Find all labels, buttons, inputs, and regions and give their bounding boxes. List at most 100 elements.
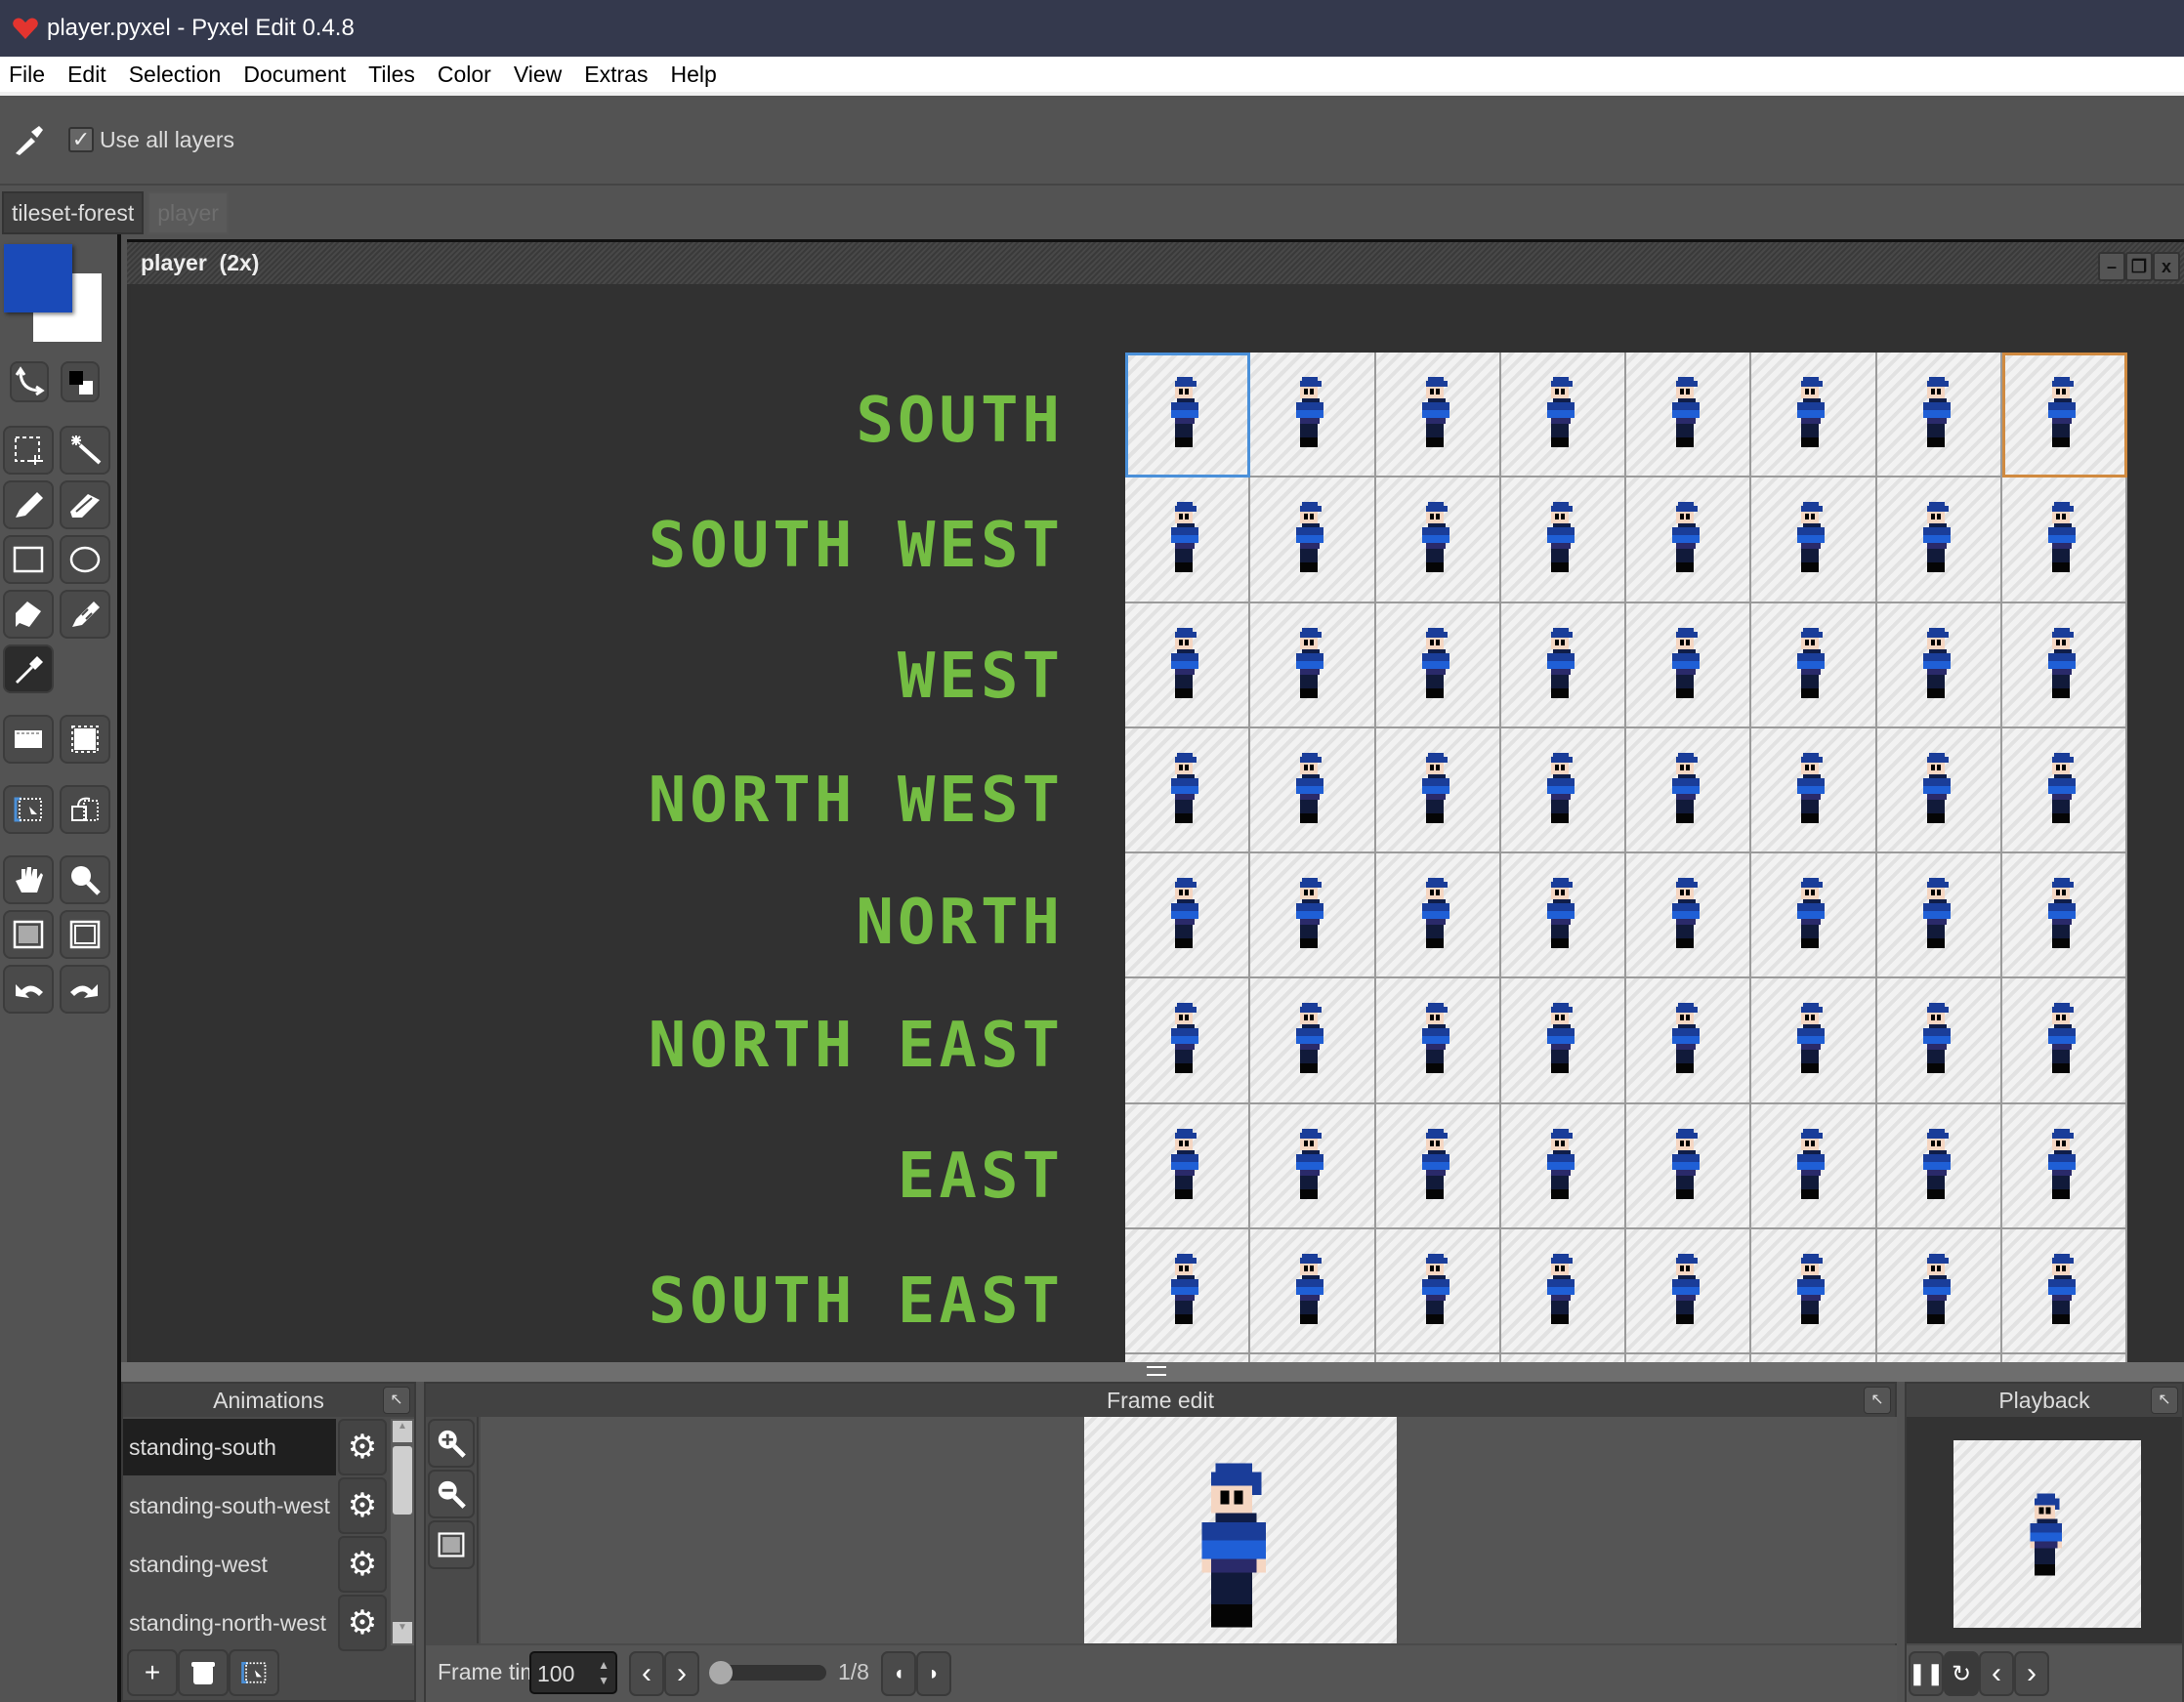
- sprite-frame-cell[interactable]: [1125, 353, 1251, 478]
- sprite-frame-cell[interactable]: [1876, 978, 2002, 1104]
- sprite-frame-cell[interactable]: [1375, 477, 1501, 603]
- sprite-frame-cell[interactable]: [1751, 978, 1877, 1104]
- tile-grid-tool[interactable]: [3, 910, 54, 959]
- hand-tool[interactable]: [3, 855, 54, 904]
- animation-settings-button[interactable]: ⚙: [338, 1536, 387, 1593]
- rect-select-tool[interactable]: [3, 426, 54, 475]
- animation-item[interactable]: standing-west: [123, 1536, 336, 1593]
- scroll-down-icon[interactable]: ▼: [393, 1622, 412, 1643]
- sprite-frame-cell[interactable]: [1500, 1228, 1626, 1354]
- sprite-frame-cell[interactable]: [1751, 727, 1877, 853]
- loop-button[interactable]: ↻: [1944, 1651, 1979, 1696]
- frame-preview[interactable]: [1084, 1417, 1397, 1643]
- scroll-up-icon[interactable]: ▲: [393, 1421, 412, 1442]
- select-frames-button[interactable]: [229, 1649, 279, 1696]
- delete-animation-button[interactable]: [178, 1649, 229, 1696]
- sprite-frame-cell[interactable]: [1125, 477, 1251, 603]
- sprite-frame-cell[interactable]: [1751, 1228, 1877, 1354]
- menu-tiles[interactable]: Tiles: [359, 62, 429, 88]
- eyedropper-tool[interactable]: [3, 644, 54, 693]
- tile-strip-tool[interactable]: [3, 715, 54, 764]
- animations-scrollbar[interactable]: ▲ ▼: [391, 1419, 414, 1645]
- sprite-frame-cell[interactable]: [1125, 1103, 1251, 1229]
- animation-item[interactable]: standing-north-west: [123, 1595, 336, 1651]
- animation-item[interactable]: standing-south-west: [123, 1477, 336, 1534]
- add-animation-button[interactable]: +: [127, 1649, 178, 1696]
- onion-skin-next-button[interactable]: ◗: [916, 1651, 951, 1696]
- tile-frame-tool[interactable]: [60, 910, 110, 959]
- sprite-frame-cell[interactable]: [1500, 353, 1626, 478]
- sprite-frame-cell[interactable]: [1250, 477, 1376, 603]
- scrollbar-thumb[interactable]: [393, 1446, 412, 1515]
- sprite-frame-cell[interactable]: [1626, 1228, 1752, 1354]
- sprite-frame-cell[interactable]: [1250, 727, 1376, 853]
- sprite-frame-cell[interactable]: [1375, 1228, 1501, 1354]
- sprite-frame-cell[interactable]: [1375, 853, 1501, 979]
- sprite-frame-cell[interactable]: [1250, 602, 1376, 728]
- canvas[interactable]: SOUTH SOUTH WEST WEST NORTH WEST NORTH N…: [131, 284, 2184, 1365]
- use-all-layers-checkbox[interactable]: ✓ Use all layers: [68, 127, 234, 153]
- frame-edit-area[interactable]: [481, 1417, 1897, 1643]
- sprite-frame-cell[interactable]: [1626, 853, 1752, 979]
- menu-help[interactable]: Help: [661, 62, 730, 88]
- sprite-frame-cell[interactable]: [1626, 477, 1752, 603]
- sprite-frame-cell[interactable]: [1375, 353, 1501, 478]
- sprite-frame-cell[interactable]: [1500, 602, 1626, 728]
- document-title-bar[interactable]: player (2x) – ❐ x: [127, 242, 2184, 284]
- playback-prev-button[interactable]: ‹: [1979, 1651, 2014, 1696]
- sprite-frame-cell[interactable]: [2001, 853, 2127, 979]
- close-button[interactable]: x: [2153, 252, 2180, 281]
- swap-colors-button[interactable]: [10, 361, 49, 402]
- menu-view[interactable]: View: [505, 62, 575, 88]
- spinner-icon[interactable]: ▲ ▼: [598, 1657, 609, 1688]
- frame-slider-thumb[interactable]: [709, 1661, 733, 1684]
- sprite-frame-cell[interactable]: [1125, 1228, 1251, 1354]
- menu-document[interactable]: Document: [234, 62, 359, 88]
- redo-button[interactable]: [60, 965, 110, 1014]
- sprite-frame-cell[interactable]: [1500, 1103, 1626, 1229]
- sprite-frame-cell[interactable]: [1250, 853, 1376, 979]
- undock-button[interactable]: ↖: [1864, 1387, 1891, 1414]
- sprite-frame-cell[interactable]: [1125, 978, 1251, 1104]
- panel-splitter[interactable]: [121, 1362, 2184, 1382]
- tile-grid[interactable]: [1125, 353, 2127, 1365]
- sprite-frame-cell[interactable]: [1626, 602, 1752, 728]
- sprite-frame-cell[interactable]: [1500, 853, 1626, 979]
- sprite-frame-cell[interactable]: [1500, 978, 1626, 1104]
- sprite-frame-cell[interactable]: [2001, 727, 2127, 853]
- sprite-frame-cell[interactable]: [1751, 853, 1877, 979]
- sprite-frame-cell[interactable]: [1876, 353, 2002, 478]
- default-colors-button[interactable]: [61, 361, 100, 402]
- tab-player[interactable]: player: [147, 191, 229, 234]
- minimize-button[interactable]: –: [2098, 252, 2125, 281]
- line-brush-tool[interactable]: [60, 590, 110, 639]
- frame-select-tool[interactable]: [3, 785, 54, 834]
- playback-next-button[interactable]: ›: [2014, 1651, 2049, 1696]
- sprite-frame-cell[interactable]: [2001, 353, 2127, 478]
- frame-slider[interactable]: [709, 1661, 826, 1684]
- magic-wand-tool[interactable]: [60, 426, 110, 475]
- next-frame-button[interactable]: ›: [664, 1651, 699, 1696]
- rectangle-tool[interactable]: [3, 535, 54, 584]
- animation-settings-button[interactable]: ⚙: [338, 1595, 387, 1651]
- sprite-frame-cell[interactable]: [1876, 1228, 2002, 1354]
- menu-edit[interactable]: Edit: [59, 62, 120, 88]
- sprite-frame-cell[interactable]: [2001, 1228, 2127, 1354]
- sprite-frame-cell[interactable]: [1250, 353, 1376, 478]
- sprite-frame-cell[interactable]: [2001, 1103, 2127, 1229]
- pencil-tool[interactable]: [3, 480, 54, 529]
- sprite-frame-cell[interactable]: [2001, 602, 2127, 728]
- zoom-out-button[interactable]: [428, 1470, 475, 1518]
- zoom-in-button[interactable]: [428, 1419, 475, 1468]
- sprite-frame-cell[interactable]: [1375, 727, 1501, 853]
- tile-grid-toggle[interactable]: [428, 1520, 475, 1569]
- sprite-frame-cell[interactable]: [1751, 1103, 1877, 1229]
- sprite-frame-cell[interactable]: [1876, 853, 2002, 979]
- ellipse-tool[interactable]: [60, 535, 110, 584]
- sprite-frame-cell[interactable]: [1876, 727, 2002, 853]
- sprite-frame-cell[interactable]: [1125, 727, 1251, 853]
- animation-settings-button[interactable]: ⚙: [338, 1477, 387, 1534]
- fill-tool[interactable]: [3, 590, 54, 639]
- sprite-frame-cell[interactable]: [1250, 978, 1376, 1104]
- sprite-frame-cell[interactable]: [1125, 853, 1251, 979]
